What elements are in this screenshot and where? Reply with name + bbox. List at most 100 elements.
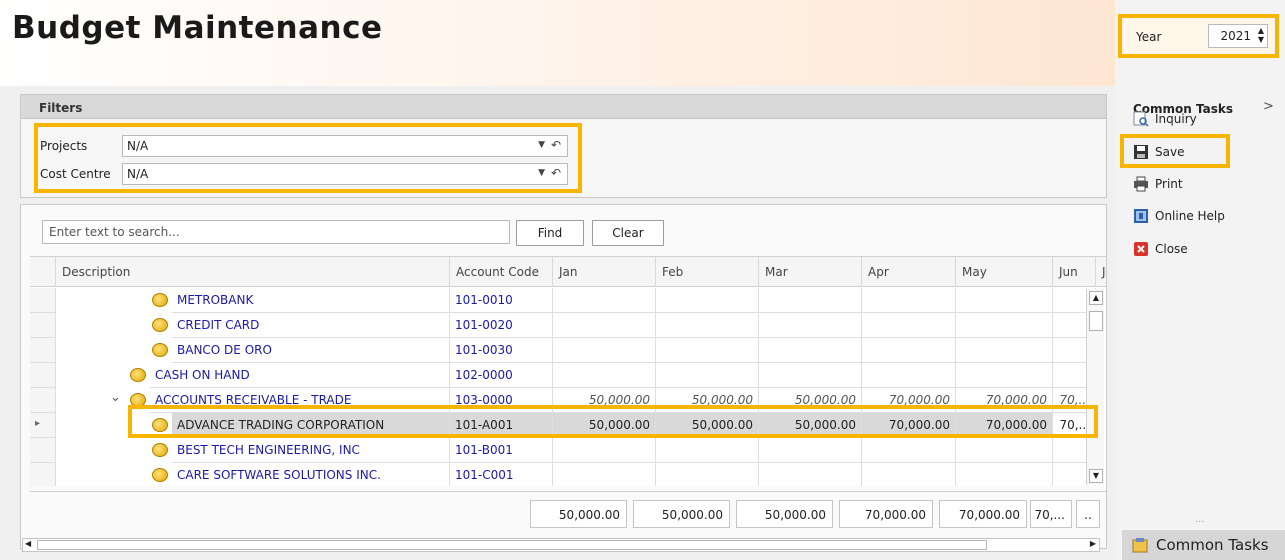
description-cell[interactable]: CREDIT CARD — [172, 313, 450, 338]
description-cell[interactable]: ADVANCE TRADING CORPORATION — [172, 413, 450, 438]
month-value-cell[interactable]: 50,000.00 — [759, 413, 862, 438]
month-value-cell[interactable]: 70,000.00 — [862, 388, 956, 413]
splitter-dots[interactable]: ... — [1195, 514, 1205, 525]
description-cell[interactable]: BEST TECH ENGINEERING, INC — [172, 438, 450, 463]
month-value-cell[interactable] — [759, 338, 862, 363]
col-may[interactable]: May — [956, 257, 1053, 287]
description-cell[interactable]: CASH ON HAND — [150, 363, 450, 388]
account-code-cell[interactable]: 101-B001 — [450, 438, 553, 463]
dropdown-arrow-icon[interactable]: ▼ — [538, 140, 545, 150]
month-value-cell[interactable]: 70,000.00 — [956, 413, 1053, 438]
find-button[interactable]: Find — [516, 220, 584, 246]
month-value-cell[interactable] — [759, 463, 862, 486]
month-value-cell[interactable] — [956, 463, 1053, 486]
description-cell[interactable]: CARE SOFTWARE SOLUTIONS INC. — [172, 463, 450, 486]
description-cell[interactable]: BANCO DE ORO — [172, 338, 450, 363]
row-indicator[interactable] — [30, 313, 56, 338]
account-code-cell[interactable]: 103-0000 — [450, 388, 553, 413]
month-value-cell[interactable] — [759, 438, 862, 463]
task-print[interactable]: Print — [1133, 173, 1183, 195]
row-indicator[interactable] — [30, 438, 56, 463]
month-value-cell[interactable] — [656, 288, 759, 313]
col-jul[interactable]: Jul — [1096, 257, 1106, 287]
account-code-cell[interactable]: 102-0000 — [450, 363, 553, 388]
table-row[interactable]: CREDIT CARD 101-0020 — [30, 313, 1106, 338]
chevron-right-icon[interactable]: > — [1263, 99, 1274, 114]
month-value-cell[interactable] — [862, 338, 956, 363]
row-indicator[interactable]: ▸ — [30, 413, 56, 438]
row-indicator[interactable] — [30, 338, 56, 363]
col-mar[interactable]: Mar — [759, 257, 862, 287]
account-code-cell[interactable]: 101-C001 — [450, 463, 553, 486]
col-jun[interactable]: Jun — [1053, 257, 1096, 287]
year-spinner[interactable]: 2021 ▲ ▼ — [1208, 24, 1268, 48]
row-indicator[interactable] — [30, 288, 56, 313]
month-value-cell[interactable] — [862, 363, 956, 388]
scroll-thumb[interactable] — [1089, 311, 1103, 331]
row-indicator[interactable] — [30, 363, 56, 388]
month-value-cell[interactable] — [862, 463, 956, 486]
scroll-up-icon[interactable]: ▲ — [1089, 291, 1103, 305]
month-value-cell[interactable] — [956, 363, 1053, 388]
table-row[interactable]: BANCO DE ORO 101-0030 — [30, 338, 1106, 363]
month-value-cell[interactable] — [553, 463, 656, 486]
col-feb[interactable]: Feb — [656, 257, 759, 287]
clear-button[interactable]: Clear — [592, 220, 664, 246]
month-value-cell[interactable]: 50,000.00 — [553, 388, 656, 413]
reset-icon[interactable]: ↶ — [551, 166, 561, 180]
month-value-cell[interactable]: 70,000.00 — [956, 388, 1053, 413]
month-value-cell[interactable]: 50,000.00 — [656, 388, 759, 413]
account-code-cell[interactable]: 101-0020 — [450, 313, 553, 338]
month-value-cell[interactable] — [656, 338, 759, 363]
table-row[interactable]: CASH ON HAND 102-0000 — [30, 363, 1106, 388]
cost-centre-combo[interactable]: N/A ▼ ↶ — [122, 163, 568, 185]
table-row[interactable]: BEST TECH ENGINEERING, INC 101-B001 — [30, 438, 1106, 463]
month-value-cell[interactable] — [862, 438, 956, 463]
month-value-cell[interactable]: 70,000.00 — [862, 413, 956, 438]
month-value-cell[interactable] — [759, 313, 862, 338]
projects-combo[interactable]: N/A ▼ ↶ — [122, 135, 568, 157]
account-code-cell[interactable]: 101-A001 — [450, 413, 553, 438]
reset-icon[interactable]: ↶ — [551, 138, 561, 152]
scroll-down-icon[interactable]: ▼ — [1089, 469, 1103, 483]
month-value-cell[interactable] — [956, 338, 1053, 363]
month-value-cell[interactable] — [553, 338, 656, 363]
col-account-code[interactable]: Account Code — [450, 257, 553, 287]
month-value-cell[interactable] — [862, 313, 956, 338]
expander-icon[interactable]: ⌄ — [110, 390, 121, 405]
table-row[interactable]: METROBANK 101-0010 — [30, 288, 1106, 313]
month-value-cell[interactable] — [553, 438, 656, 463]
month-value-cell[interactable]: 50,000.00 — [553, 413, 656, 438]
col-apr[interactable]: Apr — [862, 257, 956, 287]
account-code-cell[interactable]: 101-0010 — [450, 288, 553, 313]
row-indicator[interactable] — [30, 388, 56, 413]
vertical-scrollbar[interactable]: ▲ ▼ — [1086, 289, 1104, 485]
dropdown-arrow-icon[interactable]: ▼ — [538, 168, 545, 178]
month-value-cell[interactable] — [553, 288, 656, 313]
month-value-cell[interactable] — [759, 288, 862, 313]
month-value-cell[interactable] — [956, 288, 1053, 313]
description-cell[interactable]: ACCOUNTS RECEIVABLE - TRADE — [150, 388, 450, 413]
month-value-cell[interactable] — [553, 313, 656, 338]
month-value-cell[interactable] — [656, 313, 759, 338]
scroll-left-icon[interactable]: ◀ — [25, 539, 31, 548]
task-close[interactable]: Close — [1133, 238, 1188, 260]
task-online-help[interactable]: Online Help — [1133, 205, 1225, 227]
month-value-cell[interactable] — [553, 363, 656, 388]
horizontal-scrollbar[interactable]: ◀ ▶ — [22, 538, 1100, 552]
common-tasks-tab[interactable]: Common Tasks — [1122, 530, 1285, 560]
table-row[interactable]: CARE SOFTWARE SOLUTIONS INC. 101-C001 — [30, 463, 1106, 486]
col-description[interactable]: Description — [56, 257, 450, 287]
month-value-cell[interactable] — [656, 438, 759, 463]
scroll-right-icon[interactable]: ▶ — [1090, 539, 1096, 548]
spinner-icon[interactable]: ▲ ▼ — [1258, 26, 1264, 44]
description-cell[interactable]: METROBANK — [172, 288, 450, 313]
table-row[interactable]: ▸ ADVANCE TRADING CORPORATION 101-A001 50,0… — [30, 413, 1106, 438]
task-save[interactable]: Save — [1133, 141, 1184, 163]
hscroll-thumb[interactable] — [37, 540, 987, 550]
search-input[interactable]: Enter text to search... — [42, 220, 510, 244]
task-inquiry[interactable]: Inquiry — [1133, 108, 1197, 130]
month-value-cell[interactable] — [759, 363, 862, 388]
row-indicator[interactable] — [30, 463, 56, 486]
month-value-cell[interactable]: 50,000.00 — [759, 388, 862, 413]
